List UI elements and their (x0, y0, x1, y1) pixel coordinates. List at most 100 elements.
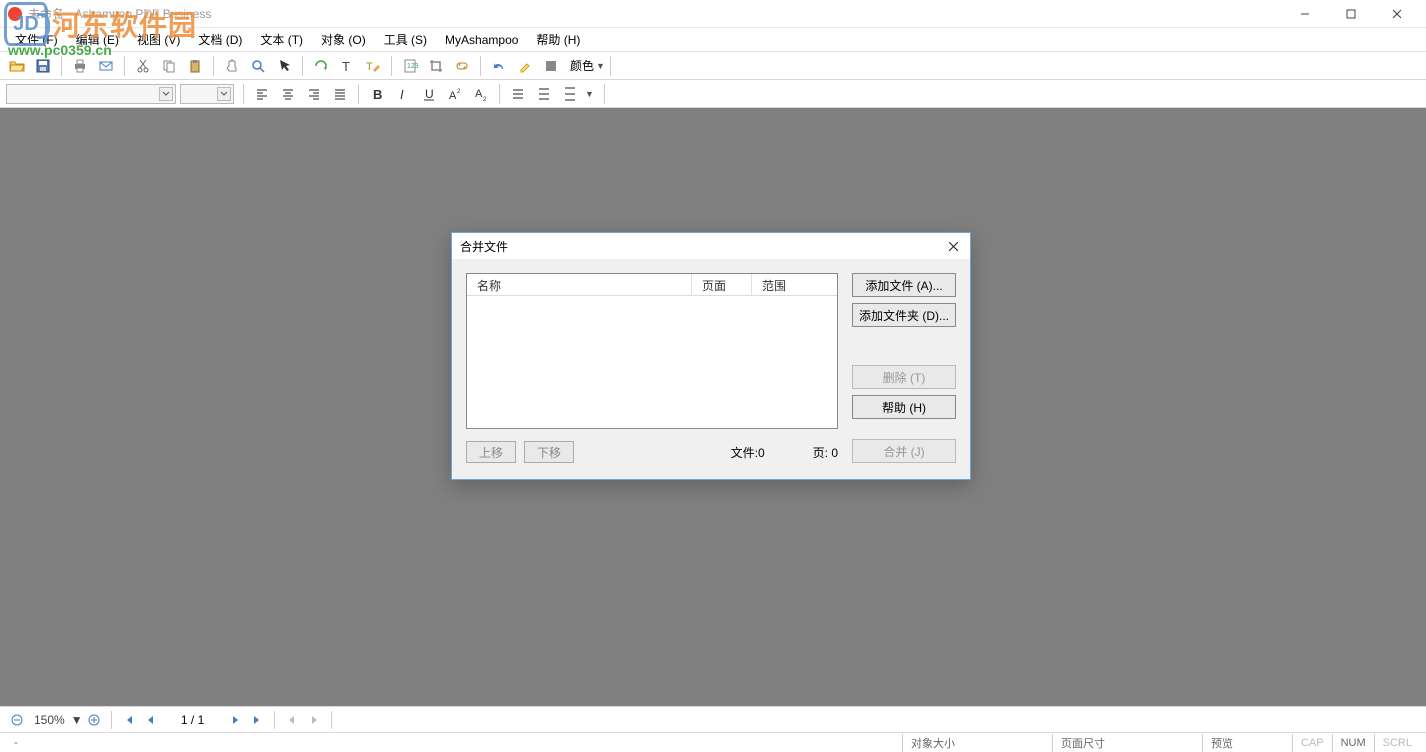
save-icon[interactable] (31, 54, 55, 78)
bold-icon[interactable]: B (365, 82, 389, 106)
dialog-close-button[interactable] (944, 237, 962, 255)
dialog-title: 合并文件 (460, 238, 508, 255)
crop-icon[interactable] (424, 54, 448, 78)
line-spacing-dropdown-icon[interactable]: ▼ (585, 89, 594, 99)
pages-count: 页: 0 (813, 444, 838, 461)
svg-text:T: T (342, 59, 350, 74)
zoom-value: 150% (34, 713, 65, 727)
col-header-name[interactable]: 名称 (467, 274, 692, 295)
undo-icon[interactable] (487, 54, 511, 78)
first-page-button[interactable] (118, 709, 140, 731)
select-icon[interactable] (272, 54, 296, 78)
status-object-size: 对象大小 (902, 734, 1052, 752)
print-icon[interactable] (68, 54, 92, 78)
menu-object[interactable]: 对象 (O) (312, 29, 375, 51)
edit-text-icon[interactable]: T (361, 54, 385, 78)
status-preview: 预览 (1202, 734, 1292, 752)
document-canvas: 合并文件 名称 页面 范围 上移 下移 文件:0 (0, 108, 1426, 706)
underline-icon[interactable]: U (417, 82, 441, 106)
menu-tools[interactable]: 工具 (S) (375, 29, 436, 51)
menu-help[interactable]: 帮助 (H) (527, 29, 589, 51)
add-file-button[interactable]: 添加文件 (A)... (852, 273, 956, 297)
zoom-in-button[interactable] (83, 709, 105, 731)
delete-button[interactable]: 删除 (T) (852, 365, 956, 389)
svg-text:2: 2 (457, 89, 461, 95)
next-page-button[interactable] (224, 709, 246, 731)
page-nav-bar: 150% ▼ (0, 706, 1426, 732)
menu-document[interactable]: 文档 (D) (189, 29, 251, 51)
align-left-icon[interactable] (250, 82, 274, 106)
toolbar-main: T T 123 颜色 ▼ (0, 52, 1426, 80)
help-button[interactable]: 帮助 (H) (852, 395, 956, 419)
add-folder-button[interactable]: 添加文件夹 (D)... (852, 303, 956, 327)
open-icon[interactable] (5, 54, 29, 78)
status-scrl: SCRL (1374, 734, 1420, 752)
status-bar: - 对象大小 页面尺寸 预览 CAP NUM SCRL (0, 732, 1426, 752)
insert-page-num-icon[interactable]: 123 (398, 54, 422, 78)
fill-color-icon[interactable] (539, 54, 563, 78)
chevron-down-icon[interactable] (217, 87, 231, 101)
menu-text[interactable]: 文本 (T) (251, 29, 312, 51)
window-close-button[interactable] (1374, 0, 1420, 28)
chevron-down-icon[interactable] (159, 87, 173, 101)
app-icon (8, 7, 22, 21)
window-maximize-button[interactable] (1328, 0, 1374, 28)
page-number-input[interactable] (162, 713, 224, 727)
superscript-icon[interactable]: A2 (443, 82, 467, 106)
window-title: 未命名 - Ashampoo PDF Business (28, 5, 211, 22)
text-tool-icon[interactable]: T (335, 54, 359, 78)
move-down-button[interactable]: 下移 (524, 441, 574, 463)
history-forward-button[interactable] (303, 709, 325, 731)
color-label: 颜色 (570, 57, 594, 74)
menu-view[interactable]: 视图 (V) (128, 29, 189, 51)
subscript-icon[interactable]: A2 (469, 82, 493, 106)
paste-icon[interactable] (183, 54, 207, 78)
svg-text:I: I (400, 87, 404, 102)
link-icon[interactable] (450, 54, 474, 78)
status-dash: - (6, 734, 26, 752)
status-num: NUM (1332, 734, 1374, 752)
highlight-icon[interactable] (513, 54, 537, 78)
status-page-size: 页面尺寸 (1052, 734, 1202, 752)
align-justify-icon[interactable] (328, 82, 352, 106)
merge-files-dialog: 合并文件 名称 页面 范围 上移 下移 文件:0 (451, 232, 971, 480)
menu-edit[interactable]: 编辑 (E) (67, 29, 128, 51)
hand-icon[interactable] (220, 54, 244, 78)
italic-icon[interactable]: I (391, 82, 415, 106)
copy-icon[interactable] (157, 54, 181, 78)
zoom-out-button[interactable] (6, 709, 28, 731)
menu-myashampoo[interactable]: MyAshampoo (436, 29, 527, 51)
col-header-range[interactable]: 范围 (752, 274, 837, 295)
history-back-button[interactable] (281, 709, 303, 731)
rotate-icon[interactable] (309, 54, 333, 78)
font-family-combo[interactable] (6, 84, 176, 104)
align-right-icon[interactable] (302, 82, 326, 106)
line-spacing-3-icon[interactable] (558, 82, 582, 106)
svg-text:2: 2 (483, 97, 487, 102)
line-spacing-1-icon[interactable] (506, 82, 530, 106)
titlebar: 未命名 - Ashampoo PDF Business (0, 0, 1426, 28)
last-page-button[interactable] (246, 709, 268, 731)
svg-text:A: A (449, 90, 457, 102)
font-size-combo[interactable] (180, 84, 234, 104)
svg-text:B: B (373, 87, 382, 102)
zoom-dropdown-icon[interactable]: ▼ (71, 713, 83, 727)
col-header-pages[interactable]: 页面 (692, 274, 752, 295)
toolbar-format: B I U A2 A2 ▼ (0, 80, 1426, 108)
mail-icon[interactable] (94, 54, 118, 78)
status-cap: CAP (1292, 734, 1332, 752)
svg-text:A: A (475, 88, 483, 100)
svg-text:T: T (366, 61, 373, 73)
cut-icon[interactable] (131, 54, 155, 78)
line-spacing-2-icon[interactable] (532, 82, 556, 106)
color-dropdown-icon[interactable]: ▼ (596, 61, 605, 71)
files-count: 文件:0 (731, 444, 765, 461)
window-minimize-button[interactable] (1282, 0, 1328, 28)
merge-file-list[interactable]: 名称 页面 范围 (466, 273, 838, 429)
merge-button[interactable]: 合并 (J) (852, 439, 956, 463)
zoom-icon[interactable] (246, 54, 270, 78)
align-center-icon[interactable] (276, 82, 300, 106)
menu-file[interactable]: 文件 (F) (6, 29, 67, 51)
prev-page-button[interactable] (140, 709, 162, 731)
move-up-button[interactable]: 上移 (466, 441, 516, 463)
